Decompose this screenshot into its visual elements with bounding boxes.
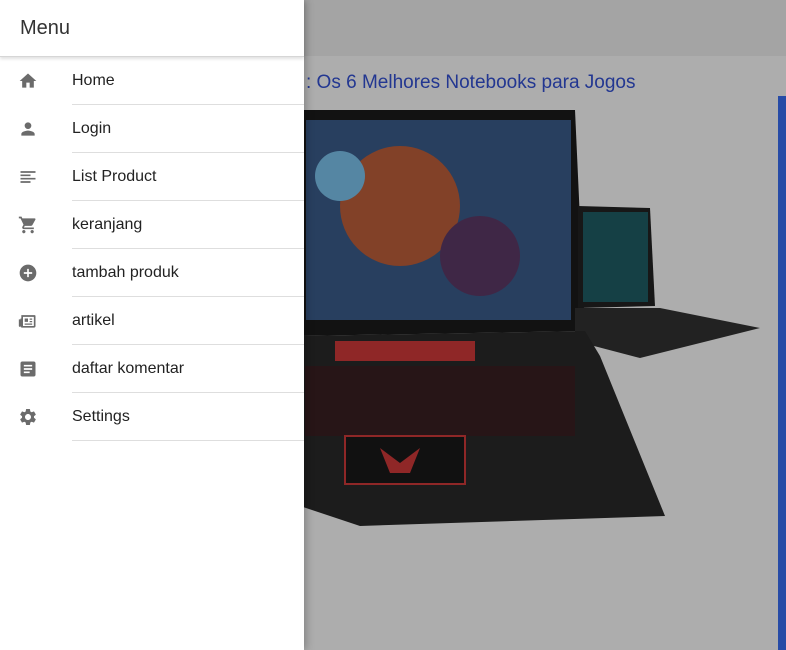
menu-item-label: keranjang xyxy=(72,216,143,233)
menu-item-list-product[interactable]: List Product xyxy=(0,153,304,201)
newspaper-icon xyxy=(18,311,38,331)
menu-item-daftar-komentar[interactable]: daftar komentar xyxy=(0,345,304,393)
menu-item-label: List Product xyxy=(72,168,157,185)
menu-item-label: artikel xyxy=(72,312,115,329)
drawer-header: Menu xyxy=(0,0,304,57)
list-icon xyxy=(18,167,38,187)
menu-list: Home Login List Product keranjang tambah… xyxy=(0,57,304,441)
menu-item-label: Settings xyxy=(72,408,130,425)
gear-icon xyxy=(18,407,38,427)
add-circle-icon xyxy=(18,263,38,283)
menu-item-tambah-produk[interactable]: tambah produk xyxy=(0,249,304,297)
menu-item-home[interactable]: Home xyxy=(0,57,304,105)
menu-item-label: tambah produk xyxy=(72,264,179,281)
drawer-title: Menu xyxy=(20,16,71,39)
person-icon xyxy=(18,119,38,139)
home-icon xyxy=(18,71,38,91)
menu-item-artikel[interactable]: artikel xyxy=(0,297,304,345)
document-icon xyxy=(18,359,38,379)
divider xyxy=(72,440,304,441)
menu-item-settings[interactable]: Settings xyxy=(0,393,304,441)
cart-icon xyxy=(18,215,38,235)
side-drawer: Menu Home Login List Product keranjang t… xyxy=(0,0,304,650)
menu-item-keranjang[interactable]: keranjang xyxy=(0,201,304,249)
menu-item-label: daftar komentar xyxy=(72,360,185,377)
menu-item-label: Login xyxy=(72,120,112,137)
menu-item-login[interactable]: Login xyxy=(0,105,304,153)
menu-item-label: Home xyxy=(72,72,115,89)
